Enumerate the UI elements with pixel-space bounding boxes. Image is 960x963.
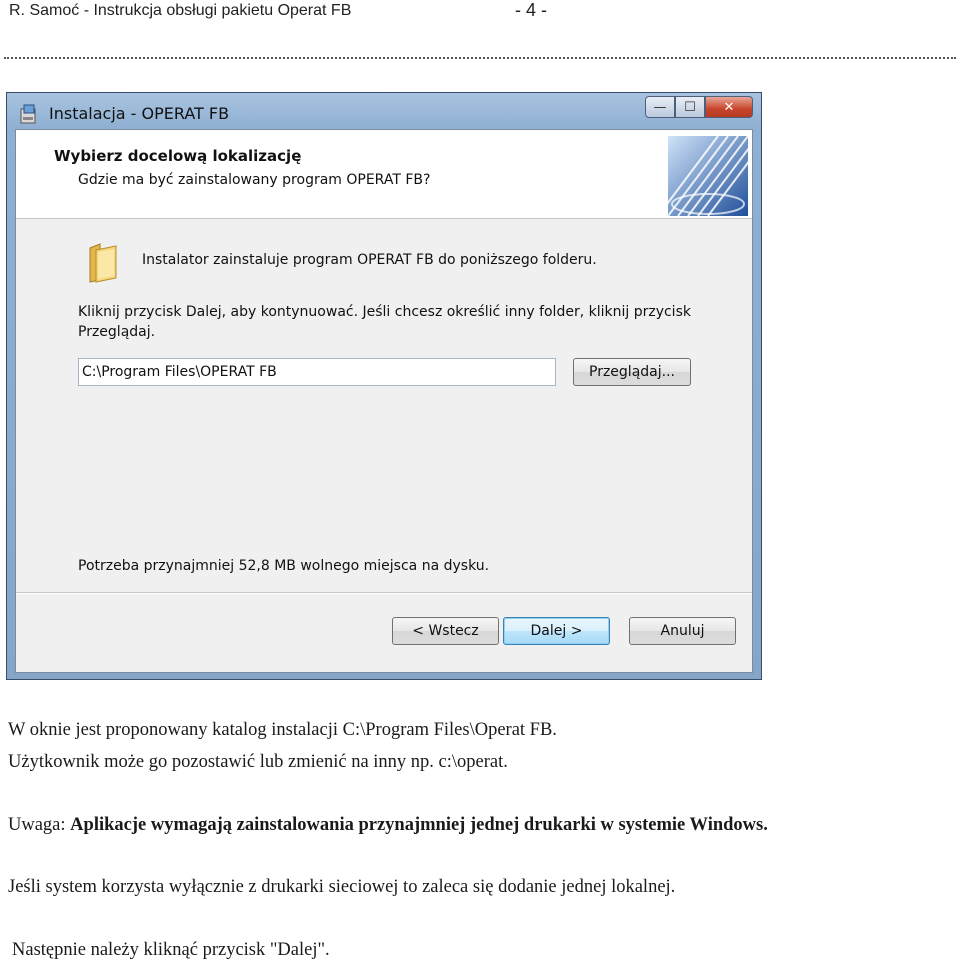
page-header: R. Samoć - Instrukcja obsługi pakietu Op…	[0, 0, 960, 30]
cancel-button[interactable]: Anuluj	[629, 617, 736, 645]
window-controls: — ☐ ✕	[645, 96, 753, 122]
continue-instructions: Kliknij przycisk Dalej, aby kontynuować.…	[78, 304, 691, 340]
title-bar[interactable]: Instalacja - OPERAT FB — ☐ ✕	[7, 93, 761, 133]
note-bold-text: Aplikacje wymagają zainstalowania przyna…	[70, 815, 768, 835]
wizard-banner: Wybierz docelową lokalizację Gdzie ma by…	[16, 130, 752, 219]
header-author-title: R. Samoć - Instrukcja obsługi pakietu Op…	[9, 2, 352, 19]
body-line-5: Następnie należy kliknąć przycisk "Dalej…	[12, 940, 330, 960]
body-line-1: W oknie jest proponowany katalog instala…	[8, 720, 557, 740]
installer-logo-icon	[668, 136, 748, 216]
browse-button[interactable]: Przeglądaj...	[573, 358, 691, 386]
body-line-4: Jeśli system korzysta wyłącznie z drukar…	[8, 877, 676, 897]
maximize-button[interactable]: ☐	[675, 96, 705, 118]
banner-title: Wybierz docelową lokalizację	[54, 147, 302, 165]
body-line-2: Użytkownik może go pozostawić lub zmieni…	[8, 752, 508, 772]
banner-subtitle: Gdzie ma być zainstalowany program OPERA…	[78, 172, 431, 188]
minimize-button[interactable]: —	[645, 96, 675, 118]
header-divider	[4, 57, 956, 59]
window-client-area: Wybierz docelową lokalizację Gdzie ma by…	[15, 129, 753, 673]
footer-divider	[16, 592, 752, 594]
window-title: Instalacja - OPERAT FB	[49, 104, 230, 123]
page-number: - 4 -	[515, 0, 548, 20]
back-button[interactable]: < Wstecz	[392, 617, 499, 645]
folder-icon	[89, 243, 117, 283]
printer-note: Uwaga: Aplikacje wymagają zainstalowania…	[8, 812, 954, 838]
close-button[interactable]: ✕	[705, 96, 753, 118]
installer-app-icon	[20, 104, 36, 124]
note-prefix: Uwaga:	[8, 815, 71, 835]
installer-window: Instalacja - OPERAT FB — ☐ ✕ Wybierz doc…	[6, 92, 762, 680]
install-folder-info: Instalator zainstaluje program OPERAT FB…	[142, 252, 597, 268]
disk-space-note: Potrzeba przynajmniej 52,8 MB wolnego mi…	[78, 558, 490, 574]
install-path-input[interactable]	[78, 358, 556, 386]
next-button[interactable]: Dalej >	[503, 617, 610, 645]
